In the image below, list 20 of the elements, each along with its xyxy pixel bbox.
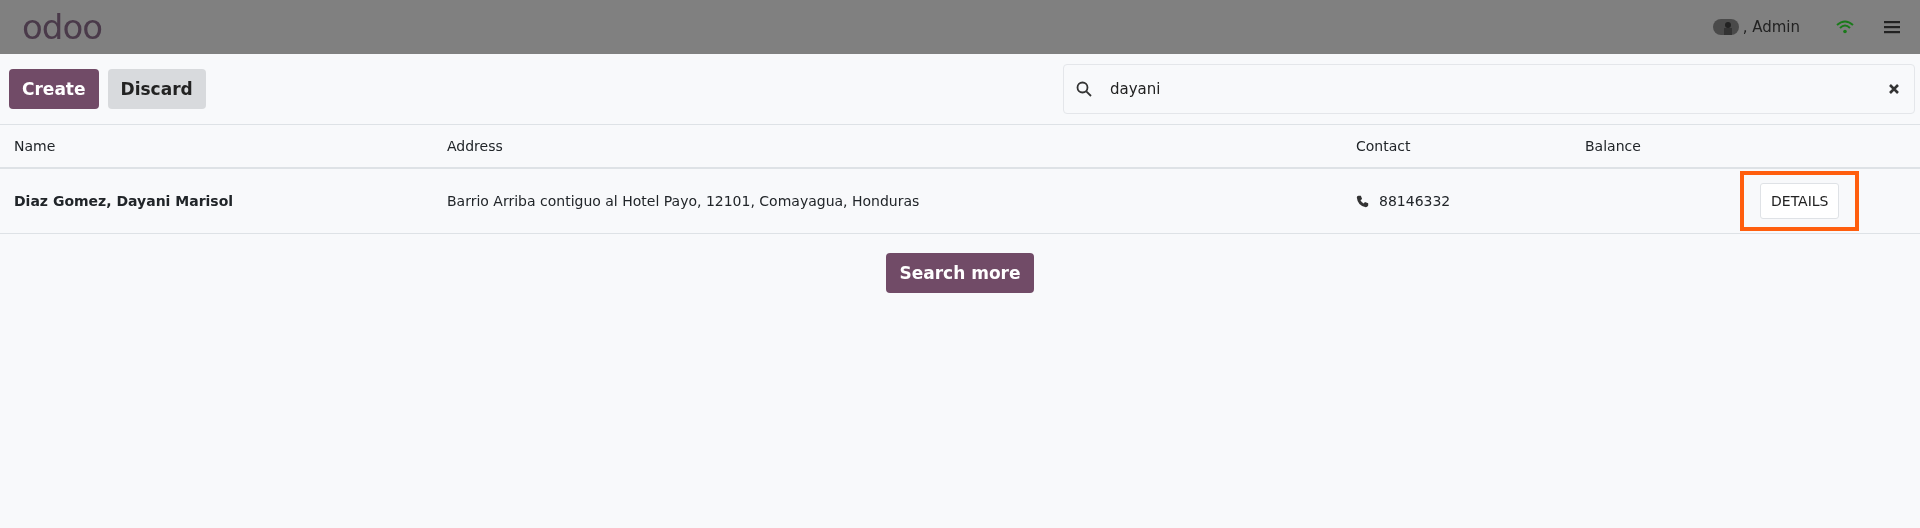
create-button[interactable]: Create [9, 69, 99, 109]
phone-icon [1356, 194, 1369, 208]
close-icon[interactable] [1888, 83, 1900, 95]
search-field[interactable]: dayani [1063, 64, 1915, 114]
avatar-icon [1712, 19, 1739, 35]
discard-button[interactable]: Discard [107, 69, 206, 109]
column-header: Name [14, 138, 57, 154]
column-header: Address [447, 138, 504, 154]
table-cell-text: Diaz Gomez, Dayani Marisol [14, 193, 235, 209]
table-cell-text: Barrio Arriba contiguo al Hotel Payo, 12101, Comayagua, Honduras [447, 193, 921, 209]
menu-icon[interactable] [1884, 20, 1900, 34]
search-more-button[interactable]: Search more [886, 253, 1034, 293]
column-header: Balance [1585, 138, 1642, 154]
column-header: Contact [1356, 138, 1412, 154]
user-name[interactable]: , Admin [1742, 18, 1800, 36]
search-icon [1076, 81, 1092, 97]
wifi-icon [1836, 20, 1854, 34]
details-button[interactable]: DETAILS [1760, 183, 1840, 219]
phone-number: 88146332 [1379, 193, 1451, 209]
search-text: dayani [1110, 80, 1161, 98]
